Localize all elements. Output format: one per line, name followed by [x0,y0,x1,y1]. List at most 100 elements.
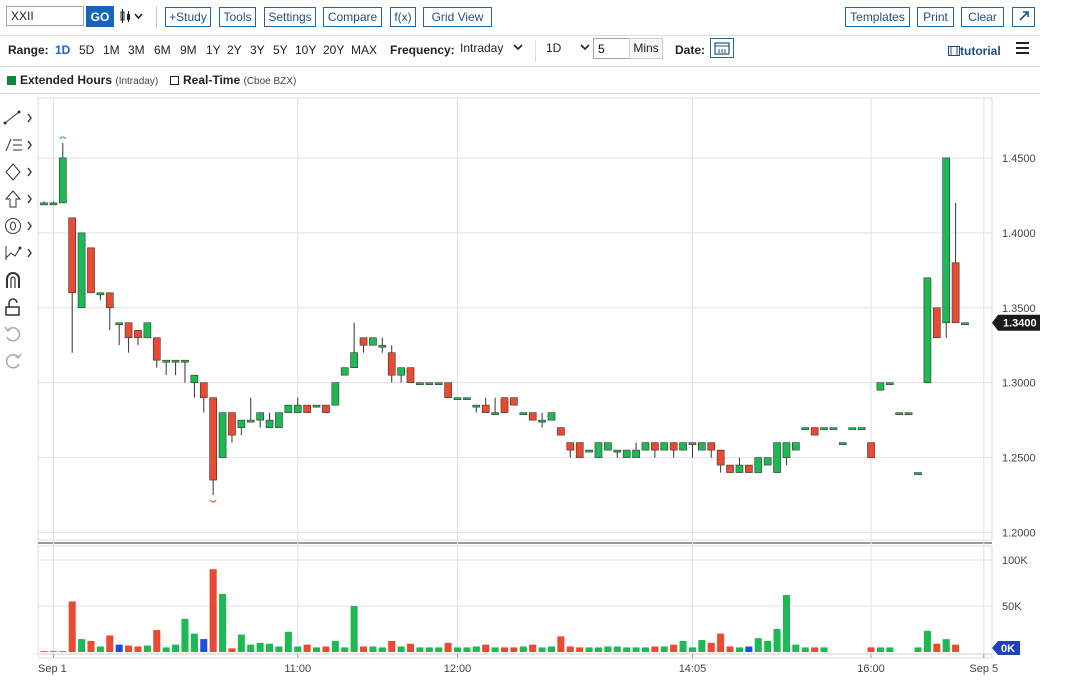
volume-bar [313,647,321,652]
candle-body [152,337,161,361]
session-low-marker [209,499,217,503]
volume-bar [378,647,386,652]
clear-button[interactable]: Clear [961,7,1004,27]
volume-bar [444,642,452,652]
go-button[interactable]: GO [86,6,114,27]
popout-button[interactable] [1012,7,1035,27]
range-20y[interactable]: 20Y [323,43,344,57]
candle-body [199,382,208,398]
legend-extended-hours[interactable]: Extended Hours (Intraday) [7,73,158,87]
undo-tool[interactable] [3,325,35,347]
time-tick-label: 11:00 [284,663,311,675]
symbol-input[interactable] [6,6,84,26]
undo-icon [4,326,21,342]
candle-body [867,442,875,458]
range-max[interactable]: MAX [351,43,377,57]
volume-bar [369,646,377,652]
candle-body [885,382,894,385]
candle-body [209,397,217,481]
volume-bar [40,651,48,652]
measure-tool[interactable] [3,244,35,266]
range-2y[interactable]: 2Y [227,43,242,57]
tools-button[interactable]: Tools [219,7,256,27]
hamburger-menu-icon[interactable] [1016,42,1029,54]
grid-view-button[interactable]: Grid View [423,7,492,27]
chart-axes: 1.4500 1.4000 1.3500 1.3000 1.2500 1.2000 100K… [38,153,1040,675]
volume-bar [115,644,123,652]
volume-bar [59,651,67,652]
legend-swatch [7,76,16,85]
candle-body [453,397,462,400]
range-5d[interactable]: 5D [79,43,94,57]
candle-body [369,337,377,346]
chevron-down-icon [513,44,523,51]
volume-bar [360,646,368,652]
range-5y[interactable]: 5Y [273,43,288,57]
main-toolbar: GO +Study Tools Settings Compare f(x) Gr… [0,0,1066,34]
mins-input[interactable] [593,38,630,59]
volume-bar [256,642,264,652]
trendline-tool[interactable] [3,109,35,131]
candle-body [49,202,58,206]
candle-body [444,382,452,398]
add-study-button[interactable]: +Study [165,7,211,27]
volume-bar [698,640,706,652]
candle-body [698,442,706,451]
fib-tool[interactable] [3,136,35,158]
tutorial-link[interactable]: tutorial [948,44,1001,58]
frequency-select[interactable]: Intraday [460,41,524,55]
volume-bar [820,647,828,652]
period-select[interactable]: 1D [546,41,591,55]
range-9m[interactable]: 9M [180,43,197,57]
fibonacci-icon [5,138,32,152]
legend-name: Real-Time [183,73,241,87]
time-tick-label: 16:00 [857,663,885,675]
volume-bar [688,647,696,652]
volume-bar [425,647,433,652]
candle-body [876,382,885,391]
range-3m[interactable]: 3M [128,43,145,57]
shape-tool[interactable] [3,163,35,185]
candle-body [434,382,443,385]
chart-type-dropdown[interactable] [119,8,145,27]
range-1y[interactable]: 1Y [206,43,221,57]
range-6m[interactable]: 6M [154,43,171,57]
volume-bar [500,647,509,652]
templates-button[interactable]: Templates [845,7,910,27]
volume-bar [472,646,480,652]
volume-bar [670,644,678,652]
compare-button[interactable]: Compare [323,7,382,27]
range-1m[interactable]: 1M [103,43,120,57]
film-icon [948,46,960,56]
volume-bar [952,644,960,652]
candle-body [256,412,264,421]
volume-bar [153,629,161,652]
volume-bar [388,640,396,652]
candle-body [575,442,584,458]
candle-body [500,397,509,413]
price-chart[interactable]: 1.4500 1.4000 1.3500 1.3000 1.2500 1.2000 100K… [0,0,1066,693]
range-1d[interactable]: 1D [55,43,70,57]
candle-body [181,359,189,363]
legend-real-time[interactable]: Real-Time (Cboe BZX) [170,73,296,87]
volume-bar [773,629,781,652]
arrow-tool[interactable] [3,190,35,212]
redo-tool[interactable] [3,352,35,374]
annotation-tool[interactable] [3,217,35,239]
candle-body [923,277,932,383]
print-button[interactable]: Print [917,7,954,27]
volume-bar [745,646,753,652]
candle-body [707,442,716,451]
range-10y[interactable]: 10Y [295,43,316,57]
magnet-tool[interactable] [3,271,35,293]
date-picker-button[interactable] [710,38,734,58]
legend-swatch [170,76,179,85]
candle-body [331,382,340,406]
range-3y[interactable]: 3Y [250,43,265,57]
lock-tool[interactable] [3,298,35,320]
volume-bar [172,644,180,652]
fx-button[interactable]: f(x) [390,7,416,27]
volume-bar [303,644,311,652]
settings-button[interactable]: Settings [264,7,316,27]
candle-body [284,404,293,413]
